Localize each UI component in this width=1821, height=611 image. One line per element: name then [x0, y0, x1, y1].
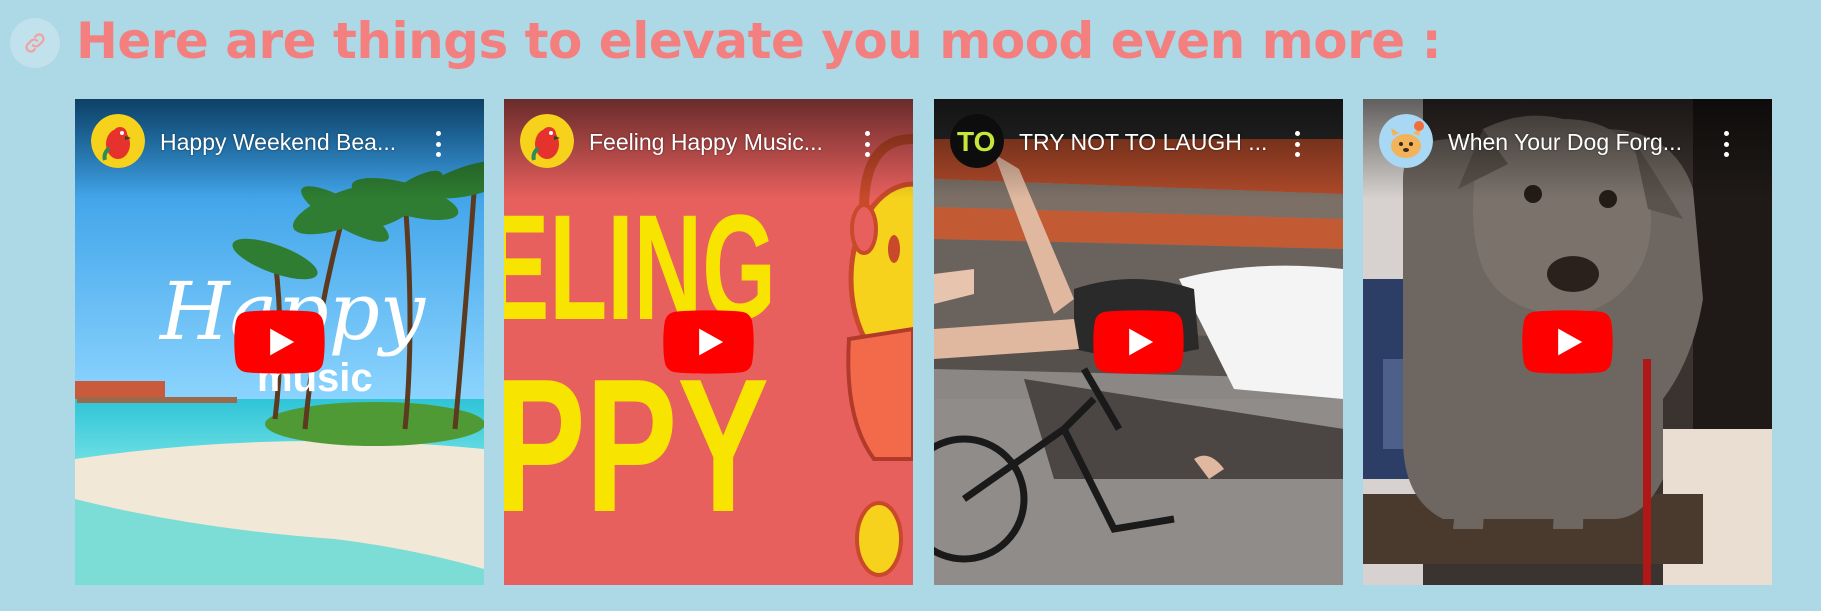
channel-avatar[interactable]	[1379, 114, 1433, 168]
section-heading: Here are things to elevate you mood even…	[76, 12, 1442, 70]
channel-avatar[interactable]	[91, 114, 145, 168]
video-embed-3[interactable]: TO TRY NOT TO LAUGH ...	[934, 99, 1343, 585]
channel-avatar[interactable]: TO	[950, 114, 1004, 168]
video-title[interactable]: Happy Weekend Bea...	[160, 128, 410, 156]
video-title[interactable]: TRY NOT TO LAUGH ...	[1019, 128, 1269, 156]
parrot-avatar-icon	[520, 114, 574, 168]
more-vert-icon[interactable]	[857, 131, 877, 157]
avatar-text: TO	[957, 126, 995, 157]
parrot-avatar-icon	[91, 114, 145, 168]
more-vert-icon[interactable]	[1287, 131, 1307, 157]
video-embed-1[interactable]: Happy music Happy Weekend Bea...	[75, 99, 484, 585]
video-embed-4[interactable]: When Your Dog Forg...	[1363, 99, 1772, 585]
anchor-link[interactable]	[10, 18, 60, 68]
video-embed-2[interactable]: ELING PPY Feeling Happy Music...	[504, 99, 913, 585]
more-vert-icon[interactable]	[1716, 131, 1736, 157]
more-vert-icon[interactable]	[428, 131, 448, 157]
tnt-avatar-icon: TO	[950, 114, 1004, 168]
youtube-play-icon[interactable]	[1522, 310, 1613, 374]
channel-avatar[interactable]	[520, 114, 574, 168]
youtube-play-icon[interactable]	[1093, 310, 1184, 374]
video-title[interactable]: Feeling Happy Music...	[589, 128, 839, 156]
dog-avatar-icon	[1379, 114, 1433, 168]
video-title[interactable]: When Your Dog Forg...	[1448, 128, 1698, 156]
link-icon	[25, 33, 45, 53]
youtube-play-icon[interactable]	[663, 310, 754, 374]
youtube-play-icon[interactable]	[234, 310, 325, 374]
